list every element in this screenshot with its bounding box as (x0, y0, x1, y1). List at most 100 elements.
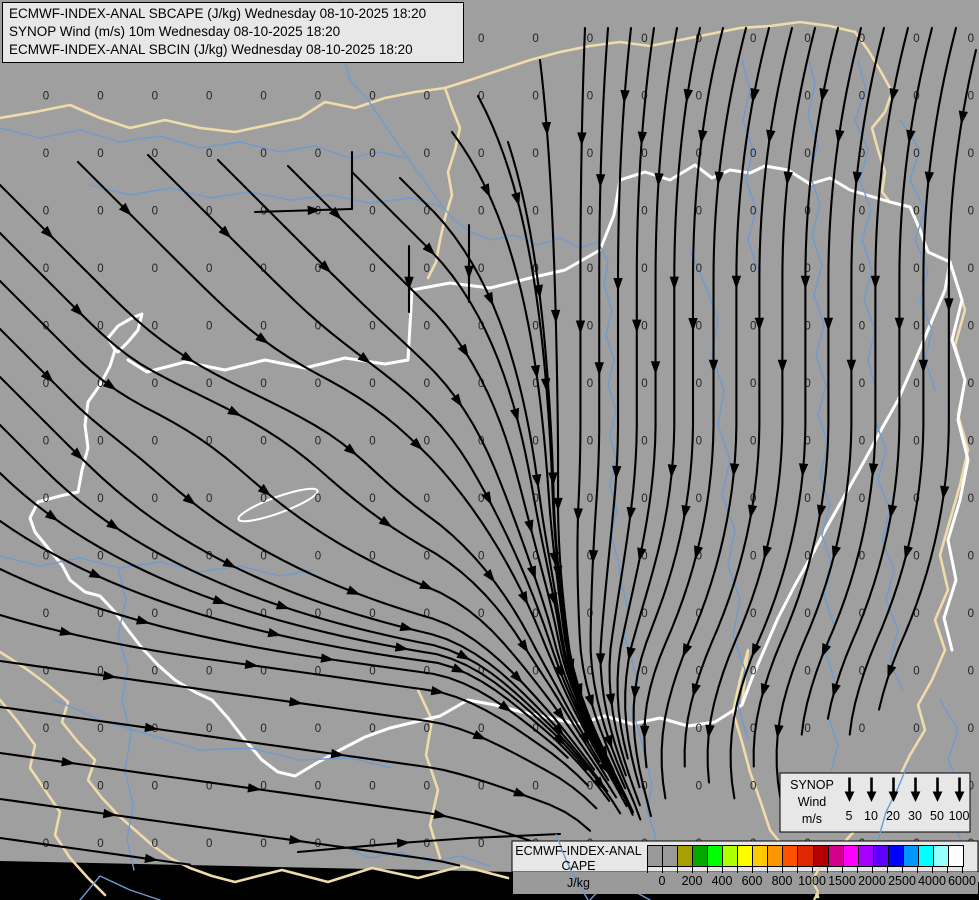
svg-text:0: 0 (152, 91, 158, 103)
svg-text:0: 0 (97, 493, 103, 505)
down-arrow-icon (904, 776, 926, 804)
colorbar-cell (934, 846, 949, 866)
svg-text:0: 0 (859, 723, 865, 735)
colorbar-cell (904, 846, 919, 866)
colorbar-tick (782, 867, 783, 873)
svg-text:0: 0 (43, 206, 49, 218)
svg-text:0: 0 (968, 321, 974, 333)
svg-text:0: 0 (859, 436, 865, 448)
svg-text:0: 0 (968, 263, 974, 275)
svg-text:0: 0 (424, 666, 430, 678)
cape-legend-text: ECMWF-INDEX-ANAL CAPE (512, 844, 645, 874)
svg-text:0: 0 (859, 378, 865, 390)
svg-text:0: 0 (424, 551, 430, 563)
colorbar-tick-label: 600 (742, 874, 763, 888)
svg-text:0: 0 (43, 723, 49, 735)
svg-text:0: 0 (968, 206, 974, 218)
svg-text:0: 0 (641, 263, 647, 275)
colorbar-tick (752, 867, 753, 873)
svg-text:0: 0 (152, 666, 158, 678)
colorbar-tick (677, 867, 678, 873)
wind-speed-label: 100 (948, 809, 970, 823)
colorbar-cell (829, 846, 844, 866)
colorbar-tick (842, 867, 843, 873)
svg-text:0: 0 (152, 263, 158, 275)
svg-text:0: 0 (750, 436, 756, 448)
svg-text:0: 0 (968, 378, 974, 390)
svg-text:0: 0 (913, 148, 919, 160)
svg-text:0: 0 (315, 148, 321, 160)
svg-text:0: 0 (43, 436, 49, 448)
svg-text:0: 0 (315, 493, 321, 505)
svg-text:0: 0 (532, 436, 538, 448)
svg-text:0: 0 (750, 206, 756, 218)
colorbar-tick-label: 200 (682, 874, 703, 888)
svg-text:0: 0 (641, 378, 647, 390)
svg-text:0: 0 (913, 666, 919, 678)
svg-text:0: 0 (750, 148, 756, 160)
svg-text:0: 0 (641, 436, 647, 448)
colorbar-cell (859, 846, 874, 866)
cape-colorbar-tick-labels: 0200400600800100015002000250040006000 (647, 874, 977, 890)
svg-text:0: 0 (369, 206, 375, 218)
down-arrow-icon (860, 776, 882, 804)
colorbar-tick (647, 867, 648, 873)
svg-text:0: 0 (641, 33, 647, 45)
colorbar-tick (947, 867, 948, 873)
svg-text:0: 0 (587, 206, 593, 218)
colorbar-tick-label: 2000 (858, 874, 886, 888)
colorbar-cell (783, 846, 798, 866)
colorbar-tick-label: 1500 (828, 874, 856, 888)
svg-text:0: 0 (859, 263, 865, 275)
svg-text:0: 0 (859, 206, 865, 218)
colorbar-cell (889, 846, 904, 866)
colorbar-tick-label: 4000 (918, 874, 946, 888)
svg-text:0: 0 (43, 263, 49, 275)
colorbar-cell (708, 846, 723, 866)
colorbar-tick (872, 867, 873, 873)
svg-text:0: 0 (587, 321, 593, 333)
svg-text:0: 0 (532, 321, 538, 333)
svg-text:0: 0 (750, 551, 756, 563)
svg-text:0: 0 (587, 493, 593, 505)
colorbar-tick (812, 867, 813, 873)
svg-text:0: 0 (315, 436, 321, 448)
svg-text:0: 0 (532, 33, 538, 45)
svg-text:0: 0 (424, 91, 430, 103)
svg-text:0: 0 (804, 148, 810, 160)
svg-text:0: 0 (913, 33, 919, 45)
svg-text:0: 0 (696, 723, 702, 735)
svg-text:0: 0 (369, 263, 375, 275)
svg-text:0: 0 (260, 723, 266, 735)
svg-text:0: 0 (97, 551, 103, 563)
svg-text:0: 0 (804, 666, 810, 678)
svg-text:0: 0 (97, 206, 103, 218)
colorbar-tick (887, 867, 888, 873)
svg-text:0: 0 (97, 781, 103, 793)
svg-text:0: 0 (369, 436, 375, 448)
wind-legend: SYNOP Wind m/s 510203050100 (780, 773, 970, 832)
svg-text:0: 0 (696, 493, 702, 505)
svg-text:0: 0 (43, 148, 49, 160)
svg-text:0: 0 (859, 321, 865, 333)
svg-text:0: 0 (424, 436, 430, 448)
svg-text:0: 0 (260, 321, 266, 333)
svg-text:0: 0 (206, 321, 212, 333)
svg-text:0: 0 (696, 263, 702, 275)
svg-text:0: 0 (532, 781, 538, 793)
svg-text:0: 0 (315, 378, 321, 390)
svg-text:0: 0 (968, 91, 974, 103)
svg-text:0: 0 (206, 493, 212, 505)
svg-text:0: 0 (424, 378, 430, 390)
svg-text:0: 0 (750, 321, 756, 333)
svg-text:0: 0 (532, 148, 538, 160)
svg-text:0: 0 (206, 148, 212, 160)
colorbar-tick-label: 400 (712, 874, 733, 888)
svg-text:0: 0 (369, 148, 375, 160)
svg-text:0: 0 (424, 838, 430, 850)
svg-text:0: 0 (859, 493, 865, 505)
svg-text:0: 0 (750, 666, 756, 678)
svg-text:0: 0 (913, 263, 919, 275)
svg-text:0: 0 (641, 321, 647, 333)
colorbar-tick (707, 867, 708, 873)
